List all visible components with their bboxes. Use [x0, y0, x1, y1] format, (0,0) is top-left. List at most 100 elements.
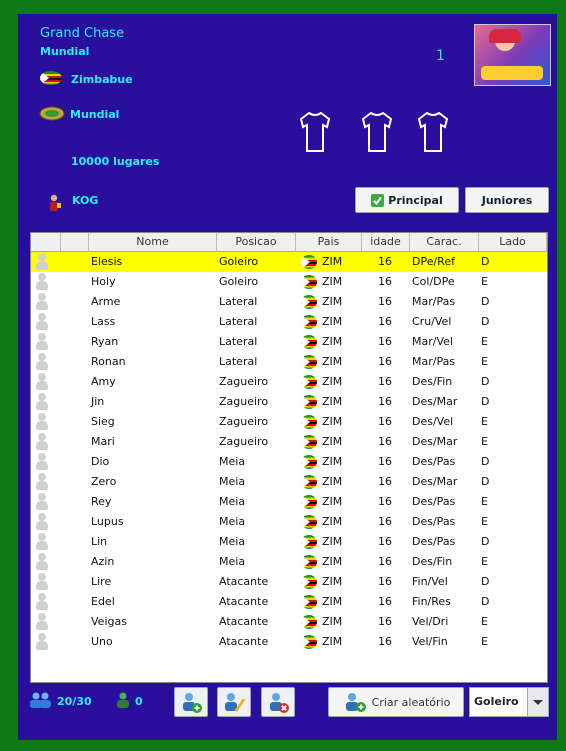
table-row[interactable]: Elesis Goleiro ZIM 16 DPe/Ref D [31, 252, 547, 272]
away-jersey-icon[interactable] [361, 111, 393, 153]
player-traits: Cru/Vel [412, 315, 452, 328]
player-photo-icon [36, 353, 48, 371]
player-position: Meia [219, 555, 246, 568]
table-row[interactable]: Veigas Atacante ZIM 16 Vel/Dri E [31, 612, 547, 632]
position-select[interactable]: Goleiro [469, 687, 549, 717]
club-panel: Grand Chase Mundial Zimbabue Mundial 100… [18, 14, 557, 740]
table-row[interactable]: Lire Atacante ZIM 16 Fin/Vel D [31, 572, 547, 592]
player-position: Lateral [219, 315, 258, 328]
table-row[interactable]: Amy Zagueiro ZIM 16 Des/Fin D [31, 372, 547, 392]
remove-player-button[interactable] [261, 687, 295, 717]
player-side: E [481, 415, 488, 428]
principal-label: Principal [388, 193, 443, 207]
random-create-label: Criar aleatório [371, 695, 451, 709]
table-row[interactable]: Jin Zagueiro ZIM 16 Des/Mar D [31, 392, 547, 412]
table-row[interactable]: Ronan Lateral ZIM 16 Mar/Pas E [31, 352, 547, 372]
zimbabwe-flag-icon [301, 595, 317, 609]
zimbabwe-flag-icon [301, 575, 317, 589]
table-row[interactable]: Lass Lateral ZIM 16 Cru/Vel D [31, 312, 547, 332]
player-name: Elesis [91, 255, 123, 268]
zimbabwe-flag-icon [301, 315, 317, 329]
random-create-button[interactable]: Criar aleatório [328, 687, 464, 717]
player-photo-icon [36, 593, 48, 611]
zimbabwe-flag-icon [301, 475, 317, 489]
player-age: 16 [378, 475, 392, 488]
player-name: Holy [91, 275, 116, 288]
player-photo-icon [36, 253, 48, 271]
player-traits: Des/Pas [412, 515, 456, 528]
zimbabwe-flag-icon [301, 515, 317, 529]
squad-count: 20/30 [57, 695, 92, 708]
home-jersey-icon[interactable] [299, 111, 331, 153]
player-country: ZIM [299, 352, 357, 372]
player-age: 16 [378, 375, 392, 388]
zimbabwe-flag-icon [301, 415, 317, 429]
player-country: ZIM [299, 272, 357, 292]
player-photo-icon [36, 453, 48, 471]
header-pais[interactable]: Pais [296, 233, 362, 251]
zimbabwe-flag-icon [301, 535, 317, 549]
player-side: E [481, 615, 488, 628]
player-position: Meia [219, 455, 246, 468]
player-position: Atacante [219, 595, 269, 608]
third-jersey-icon[interactable] [417, 111, 449, 153]
player-country: ZIM [299, 452, 357, 472]
table-row[interactable]: Lupus Meia ZIM 16 Des/Pas E [31, 512, 547, 532]
table-row[interactable]: Dio Meia ZIM 16 Des/Pas D [31, 452, 547, 472]
table-row[interactable]: Ryan Lateral ZIM 16 Mar/Vel E [31, 332, 547, 352]
table-row[interactable]: Edel Atacante ZIM 16 Fin/Res D [31, 592, 547, 612]
player-side: D [481, 295, 490, 308]
player-age: 16 [378, 595, 392, 608]
table-row[interactable]: Lin Meia ZIM 16 Des/Pas D [31, 532, 547, 552]
club-name: Grand Chase [40, 26, 125, 41]
player-traits: Des/Fin [412, 375, 453, 388]
player-traits: Des/Mar [412, 395, 458, 408]
add-player-button[interactable] [174, 687, 208, 717]
header-nome[interactable]: Nome [89, 233, 217, 251]
junior-count: 0 [135, 695, 143, 708]
player-age: 16 [378, 575, 392, 588]
player-photo-icon [36, 333, 48, 351]
player-age: 16 [378, 535, 392, 548]
header-carac[interactable]: Carac. [410, 233, 479, 251]
player-side: E [481, 435, 488, 448]
table-row[interactable]: Uno Atacante ZIM 16 Vel/Fin E [31, 632, 547, 652]
header-posicao[interactable]: Posicao [217, 233, 296, 251]
zimbabwe-flag-icon [301, 495, 317, 509]
table-header: Nome Posicao Pais idade Carac. Lado [31, 233, 547, 252]
edit-player-button[interactable] [217, 687, 251, 717]
zimbabwe-flag-icon [301, 635, 317, 649]
player-position: Atacante [219, 615, 269, 628]
player-position: Meia [219, 475, 246, 488]
player-country: ZIM [299, 572, 357, 592]
player-traits: Mar/Vel [412, 335, 453, 348]
table-row[interactable]: Azin Meia ZIM 16 Des/Fin E [31, 552, 547, 572]
table-row[interactable]: Mari Zagueiro ZIM 16 Des/Mar E [31, 432, 547, 452]
table-row[interactable]: Zero Meia ZIM 16 Des/Mar D [31, 472, 547, 492]
player-photo-icon [36, 413, 48, 431]
table-row[interactable]: Arme Lateral ZIM 16 Mar/Pas D [31, 292, 547, 312]
player-traits: Des/Pas [412, 535, 456, 548]
player-country: ZIM [299, 332, 357, 352]
player-position: Lateral [219, 355, 258, 368]
player-age: 16 [378, 455, 392, 468]
player-age: 16 [378, 415, 392, 428]
player-country: ZIM [299, 312, 357, 332]
header-lado[interactable]: Lado [479, 233, 547, 251]
juniores-button[interactable]: Juniores [465, 187, 549, 213]
chevron-down-icon[interactable] [527, 688, 548, 716]
zimbabwe-flag-icon [301, 295, 317, 309]
player-age: 16 [378, 615, 392, 628]
check-icon [371, 193, 385, 207]
players-table[interactable]: Nome Posicao Pais idade Carac. Lado Eles… [30, 232, 548, 683]
player-side: E [481, 515, 488, 528]
zimbabwe-flag-icon [301, 435, 317, 449]
table-row[interactable]: Rey Meia ZIM 16 Des/Pas E [31, 492, 547, 512]
club-stadium: Mundial [70, 108, 120, 121]
principal-button[interactable]: Principal [355, 187, 459, 213]
player-photo-icon [36, 393, 48, 411]
header-idade[interactable]: idade [362, 233, 410, 251]
table-row[interactable]: Holy Goleiro ZIM 16 Col/DPe E [31, 272, 547, 292]
table-row[interactable]: Sieg Zagueiro ZIM 16 Des/Vel E [31, 412, 547, 432]
player-position: Lateral [219, 335, 258, 348]
